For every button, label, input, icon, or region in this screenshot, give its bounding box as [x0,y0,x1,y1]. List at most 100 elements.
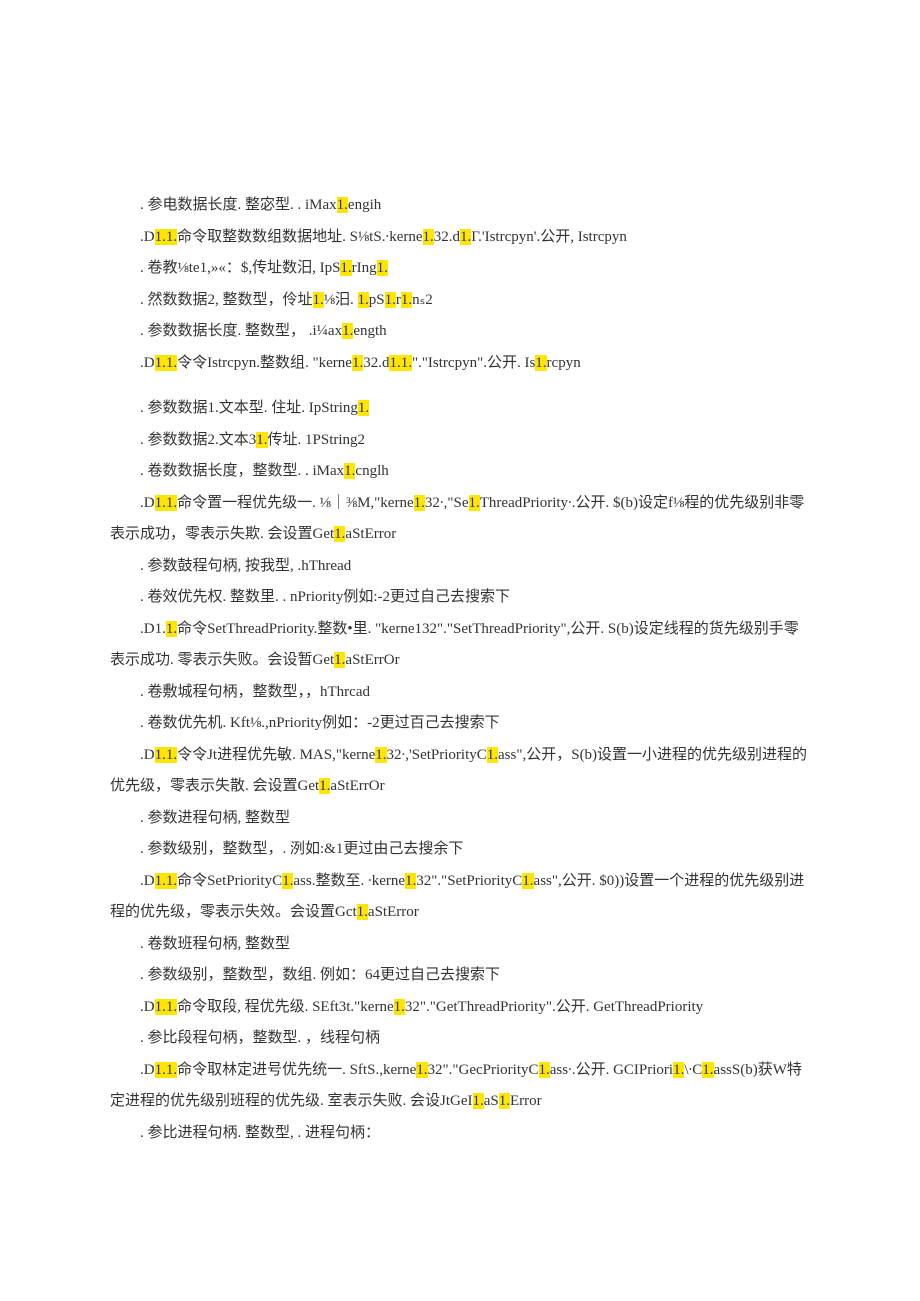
text-line: . 参数进程句柄, 整数型 [110,803,810,835]
text-span: . 参比进程句柄. 整数型, . 进程句柄： [140,1125,380,1141]
text-span: ength [353,323,386,339]
text-span: . 卷数班程句柄, 整数型 [140,936,290,952]
highlight-span: 1.1. [155,229,178,245]
text-span: aStError [368,904,419,920]
highlight-span: 1. [414,495,425,511]
text-span: 表示成功. 零表示失败。会设暂Get [110,652,334,668]
highlight-span: 1. [473,1093,484,1109]
highlight-span: 1. [469,495,480,511]
text-span: . 然数数据2, 整数型，伶址 [140,292,313,308]
text-span: . 参比段程句柄，整数型. ，线程句柄 [140,1030,380,1046]
text-line: 优先级，零表示失散. 会设置Get1.aStErrOr [110,771,810,803]
text-span: . 参数级别，整数型，. 洌如:&1更过由己去搜余下 [140,841,463,857]
text-span: ass",公开. $0))设置一个进程的优先级别进 [534,873,805,889]
document-page: . 参电数据长度. 整宓型. . iMax1.engih.D1.1.命令取整数数… [0,0,920,1209]
text-line: . 参数数据2.文本31.传址. 1PString2 [110,425,810,457]
highlight-span: 1. [334,526,345,542]
text-span: 32.d [434,229,460,245]
text-span: . 参电数据长度. 整宓型. . iMax [140,197,337,213]
text-line: . 卷数数据长度，整数型. . iMax1.cnglh [110,456,810,488]
highlight-span: 1. [499,1093,510,1109]
text-span: 令令Jt进程优先敏. MAS,"kerne [177,747,375,763]
text-span: \∙C [684,1062,702,1078]
text-span: 优先级，零表示失散. 会设置Get [110,778,319,794]
text-line: . 参数鼓程句柄, 按我型, .hThread [110,551,810,583]
highlight-span: 1. [401,292,412,308]
text-span: assS(b)获W特 [714,1062,802,1078]
text-span: .D [140,999,155,1015]
text-line: 表示成功. 零表示失败。会设暂Get1.aStErrOr [110,645,810,677]
text-span: 命令取段, 程优先级. SEft3t."kerne [177,999,394,1015]
highlight-span: 1. [358,400,369,416]
text-span: . 参数数据1.文本型. 住址. IpString [140,400,358,416]
text-span: 命令取整数数组数据地址. S⅛tS.∙kerne [177,229,422,245]
highlight-span: 1. [385,292,396,308]
text-line: . 卷效优先权. 整数里. . nPriority例如:-2更过自己去搜索下 [110,582,810,614]
highlight-span: 1. [334,652,345,668]
highlight-span: 1.1. [155,873,178,889]
text-span: . 参数鼓程句柄, 按我型, .hThread [140,558,351,574]
text-line: 程的优先级，零表示失效。会设置Gct1.aStError [110,897,810,929]
text-span: Error [510,1093,542,1109]
highlight-span: 1.1. [389,355,412,371]
highlight-span: 1.1. [155,999,178,1015]
highlight-span: 1. [539,1062,550,1078]
text-span: cnglh [355,463,388,479]
highlight-span: 1. [340,260,351,276]
text-span: 命令取林定进号优先统一. SftS.,kerne [177,1062,416,1078]
text-span: "."Istrcpyn".公开. Is [412,355,535,371]
highlight-span: 1.1. [155,1062,178,1078]
text-span: 表示成功，零表示失欺. 会设置Get [110,526,334,542]
text-span: .D [140,495,155,511]
text-span: 32.d [363,355,389,371]
text-span: ⅛汨. [324,292,358,308]
text-span: 命令SetPriorityC [177,873,282,889]
text-span: aStError [345,526,396,542]
text-span: .D [140,1062,155,1078]
text-span: rIng [352,260,377,276]
text-span: ThreadPriority∙.公开. $(b)设定f⅛程的优先级别非零 [480,495,805,511]
text-line: . 参比段程句柄，整数型. ，线程句柄 [110,1023,810,1055]
text-line: .D1.1.命令SetPriorityC1.ass.整数至. ∙kerne1.3… [110,866,810,898]
text-span: 程的优先级，零表示失效。会设置Gct [110,904,357,920]
text-span: ass.整数至. ∙kerne [293,873,405,889]
text-span: . 卷数数据长度，整数型. . iMax [140,463,344,479]
highlight-span: 1. [522,873,533,889]
text-line: .D1.1.命令SetThreadPriority.整数•里. "kerne13… [110,614,810,646]
highlight-span: 1.1. [155,495,178,511]
text-line: . 参电数据长度. 整宓型. . iMax1.engih [110,190,810,222]
highlight-span: 1. [166,621,177,637]
text-line: . 然数数据2, 整数型，伶址1.⅛汨. 1.pS1.r1.nₛ2 [110,285,810,317]
text-span: 32∙,"Se [425,495,469,511]
text-span: .D1. [140,621,166,637]
highlight-span: 1. [423,229,434,245]
highlight-span: 1. [673,1062,684,1078]
text-line: . 参数级别，整数型，. 洌如:&1更过由己去搜余下 [110,834,810,866]
highlight-span: 1. [256,432,267,448]
text-line: 定进程的优先级别班程的优先级. 室表示失败. 会设JtGeI1.aS1.Erro… [110,1086,810,1118]
highlight-span: 1.1. [155,747,178,763]
text-span: ass∙.公开. GCIPriori [550,1062,673,1078]
text-span: aS [484,1093,499,1109]
text-span: .D [140,229,155,245]
text-span: pS [369,292,385,308]
highlight-span: 1. [344,463,355,479]
text-span: . 参数数据2.文本3 [140,432,256,448]
text-span: 命令SetThreadPriority.整数•里. "kerne132"."Se… [177,621,799,637]
section-a: . 参电数据长度. 整宓型. . iMax1.engih.D1.1.命令取整数数… [110,190,810,379]
text-span: 32"."GetThreadPriority".公开. GetThreadPri… [405,999,703,1015]
text-span: . 卷效优先权. 整数里. . nPriority例如:-2更过自己去搜索下 [140,589,510,605]
text-span: aStErrOr [345,652,399,668]
text-span: 传址. 1PString2 [268,432,366,448]
text-line: . 卷数优先机. Kft⅛.,nPriority例如：-2更过百己去搜索下 [110,708,810,740]
text-span: aStErrOr [330,778,384,794]
text-span: .D [140,747,155,763]
text-span: 32∙,'SetPriorityC [387,747,487,763]
text-span: . 参数级别，整数型，数组. 例如：64更过自己去搜索下 [140,967,500,983]
text-span: 32"."GecPriorityC [428,1062,539,1078]
text-line: .D1.1.令令Jt进程优先敏. MAS,"kerne1.32∙,'SetPri… [110,740,810,772]
text-span: Γ.'Istrcpyn'.公开, Istrcpyn [471,229,627,245]
highlight-span: 1. [394,999,405,1015]
text-span: . 参数数据长度. 整数型， .i¼ax [140,323,342,339]
text-line: .D1.1.令令Istrcpyn.整数组. "kerne1.32.d1.1.".… [110,348,810,380]
